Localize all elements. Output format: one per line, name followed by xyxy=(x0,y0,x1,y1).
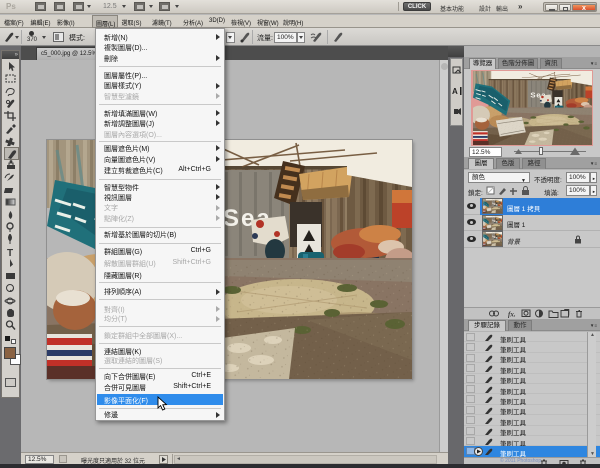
svg-text:A: A xyxy=(452,87,458,96)
svg-text:fx.: fx. xyxy=(508,311,516,319)
svg-text:T: T xyxy=(7,248,13,257)
